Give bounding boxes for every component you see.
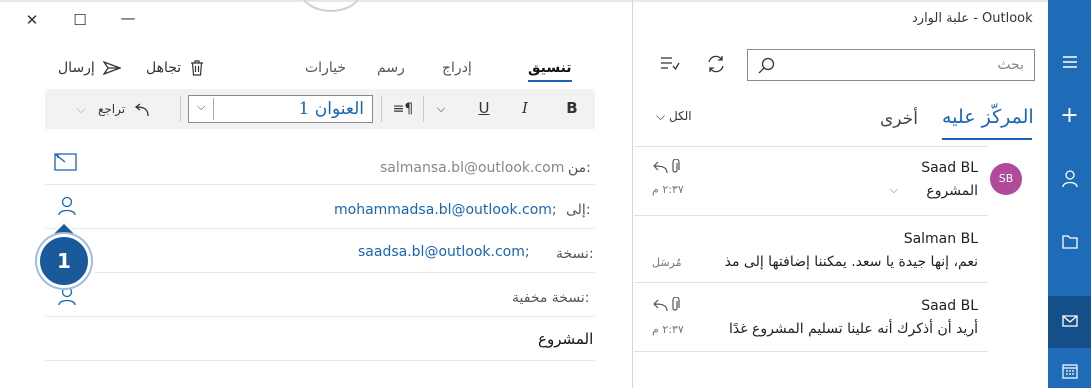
filter-dropdown[interactable]: ⌵ الكل	[656, 109, 692, 124]
paragraph-button[interactable]: ≡¶	[390, 98, 416, 120]
list-item[interactable]: Salman BL نعم، إنها جيدة يا سعد. يمكننا …	[634, 216, 988, 282]
folder-icon[interactable]	[54, 152, 78, 176]
tab-other[interactable]: أخرى	[880, 106, 918, 132]
message-preview: أريد أن أذكرك أنه علينا تسليم المشروع غد…	[729, 321, 978, 337]
new-mail-icon[interactable]: +	[1048, 104, 1091, 128]
bcc-label: نسخة مخفية:	[512, 290, 590, 306]
list-item[interactable]: Saad BL أريد أن أذكرك أنه علينا تسليم ال…	[634, 283, 988, 351]
maximize-window-button[interactable]: ☐	[68, 8, 92, 32]
subject-field[interactable]: المشروع	[538, 330, 593, 348]
person-icon[interactable]	[58, 196, 76, 220]
field-divider	[45, 360, 595, 361]
list-item[interactable]: SB Saad BL المشروع ⌵ ٢:٣٧ م	[634, 147, 1022, 215]
attachment-icon	[672, 297, 680, 311]
undo-label: تراجع	[98, 102, 126, 116]
hamburger-menu-icon[interactable]	[1048, 52, 1091, 76]
field-divider	[45, 316, 595, 317]
search-box[interactable]: بحث	[747, 49, 1035, 81]
to-label: إلى:	[566, 202, 591, 218]
from-value: salmansa.bl@outlook.com	[380, 160, 565, 176]
field-divider	[95, 272, 595, 273]
italic-button[interactable]: I	[516, 97, 534, 119]
chevron-down-icon: ⌵	[197, 100, 206, 113]
mail-icon[interactable]	[1048, 310, 1091, 334]
app-title: علبة الوارد - Outlook	[912, 11, 1033, 26]
toolbar-separator	[423, 96, 424, 122]
filter-label: الكل	[668, 109, 692, 123]
chevron-down-icon[interactable]: ⌵	[72, 98, 90, 120]
tab-format[interactable]: تنسيق	[528, 58, 572, 82]
attachment-icon	[672, 159, 680, 173]
field-divider	[45, 184, 595, 185]
search-placeholder: بحث	[997, 57, 1024, 73]
trash-icon	[190, 60, 203, 76]
calendar-icon[interactable]	[1048, 362, 1091, 386]
cc-label: نسخة:	[556, 246, 594, 262]
discard-label: تجاهل	[146, 60, 182, 76]
message-sender: Saad BL	[921, 298, 978, 314]
message-subject: المشروع	[926, 183, 978, 199]
send-icon	[102, 60, 123, 76]
undo-icon	[134, 102, 149, 116]
toolbar-separator	[180, 96, 181, 122]
pane-divider[interactable]	[632, 0, 633, 388]
person-icon[interactable]	[58, 286, 76, 310]
list-divider	[634, 351, 988, 352]
folder-icon[interactable]	[1048, 232, 1091, 256]
style-value: العنوان 1	[298, 99, 364, 119]
toolbar-separator	[381, 96, 382, 122]
focused-tab-underline	[942, 138, 1032, 140]
field-divider	[45, 228, 595, 229]
callout-badge: 1	[37, 234, 91, 288]
reply-icon	[653, 299, 668, 312]
window-top-border	[0, 0, 1048, 2]
tab-draw[interactable]: رسم	[377, 58, 405, 78]
message-status: مُرسَل	[652, 256, 682, 269]
minimize-window-button[interactable]: —	[116, 6, 140, 30]
send-button[interactable]: إرسال	[58, 58, 123, 78]
search-icon	[758, 57, 775, 74]
chevron-down-icon[interactable]: ⌵	[432, 98, 450, 120]
filter-icon[interactable]	[660, 56, 680, 76]
message-time: ٢:٣٧ م	[652, 323, 684, 336]
send-label: إرسال	[58, 60, 95, 76]
decorative-arc	[300, 0, 362, 12]
avatar: SB	[990, 163, 1022, 195]
chevron-down-icon: ⌵	[889, 183, 898, 196]
undo-button[interactable]: تراجع	[98, 98, 150, 120]
style-dropdown[interactable]: ⌵ العنوان 1	[188, 95, 373, 123]
sync-icon[interactable]	[706, 54, 726, 78]
tab-insert[interactable]: إدراج	[442, 58, 472, 78]
person-icon[interactable]	[1048, 170, 1091, 195]
dropdown-separator	[213, 98, 214, 120]
from-label: من:	[568, 160, 591, 176]
close-window-button[interactable]: ✕	[20, 8, 44, 32]
message-sender: Salman BL	[903, 231, 978, 247]
cc-value[interactable]: saadsa.bl@outlook.com;	[358, 242, 530, 262]
bold-button[interactable]: B	[562, 97, 582, 119]
tab-focused[interactable]: المركّز عليه	[942, 104, 1034, 130]
underline-button[interactable]: U	[475, 97, 493, 119]
discard-button[interactable]: تجاهل	[146, 58, 204, 78]
reply-icon	[653, 161, 668, 174]
chevron-down-icon: ⌵	[656, 109, 666, 123]
message-time: ٢:٣٧ م	[652, 183, 684, 196]
message-sender: Saad BL	[921, 160, 978, 176]
message-preview: نعم، إنها جيدة يا سعد. يمكننا إضافتها إل…	[724, 254, 978, 270]
to-value[interactable]: mohammadsa.bl@outlook.com;	[334, 200, 557, 220]
tab-options[interactable]: خيارات	[305, 58, 346, 78]
